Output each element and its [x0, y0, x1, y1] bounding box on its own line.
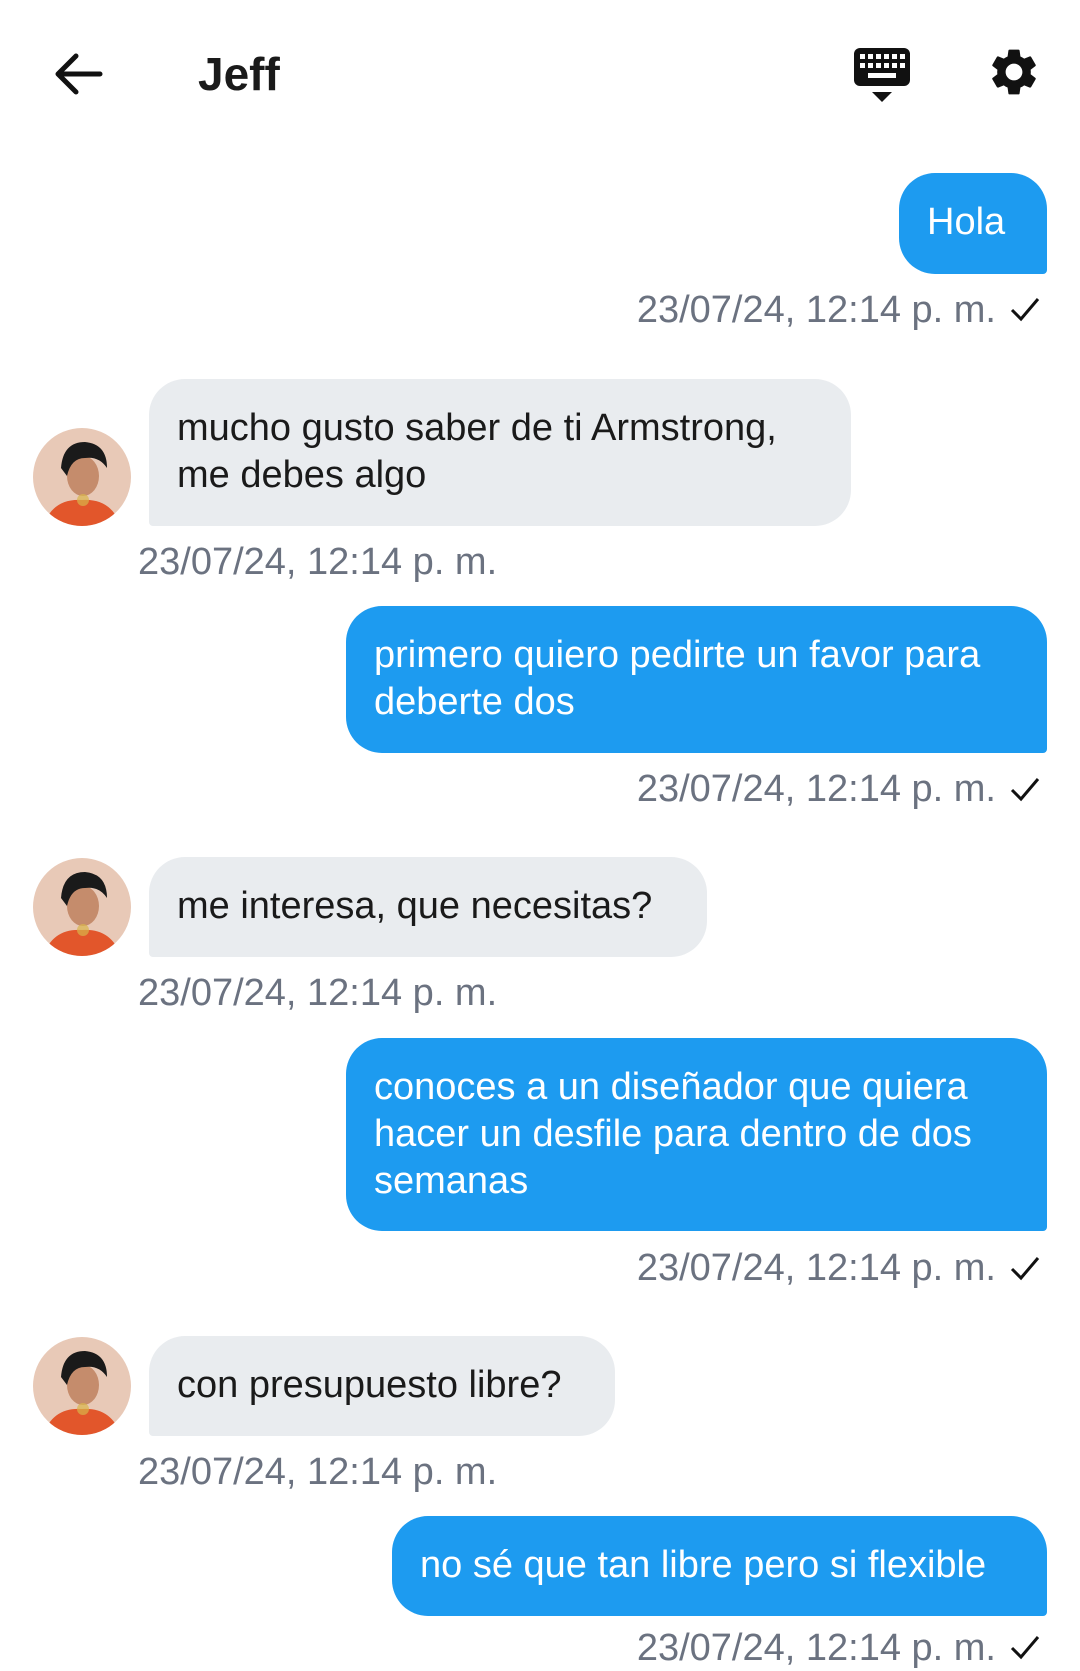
- check-icon: [1010, 1257, 1040, 1281]
- arrow-left-icon: [55, 53, 103, 95]
- check-icon: [1010, 778, 1040, 802]
- message-bubble-sent[interactable]: conoces a un diseñador que quiera hacer …: [346, 1038, 1047, 1231]
- keyboard-button[interactable]: [852, 46, 912, 106]
- message-text: Hola: [927, 201, 1006, 243]
- message-timestamp: 23/07/24, 12:14 p. m.: [636, 1247, 996, 1289]
- contact-avatar-image: [33, 428, 131, 526]
- message-timestamp: 23/07/24, 12:14 p. m.: [138, 972, 498, 1014]
- message-bubble-sent[interactable]: Hola: [899, 173, 1047, 274]
- message-text: conoces a un diseñador que quiera hacer …: [374, 1066, 972, 1202]
- message-timestamp: 23/07/24, 12:14 p. m.: [636, 1627, 996, 1669]
- message-text: mucho gusto saber de ti Armstrong, me de…: [177, 407, 777, 496]
- settings-button[interactable]: [986, 44, 1042, 100]
- message-timestamp: 23/07/24, 12:14 p. m.: [636, 289, 996, 331]
- message-bubble-sent[interactable]: no sé que tan libre pero si flexible: [392, 1516, 1047, 1616]
- avatar[interactable]: [33, 858, 131, 956]
- contact-avatar-image: [33, 858, 131, 956]
- message-bubble-received[interactable]: con presupuesto libre?: [149, 1336, 615, 1436]
- avatar[interactable]: [33, 1337, 131, 1435]
- chat-title: Jeff: [198, 48, 280, 100]
- message-timestamp: 23/07/24, 12:14 p. m.: [138, 541, 498, 583]
- back-button[interactable]: [50, 46, 106, 102]
- check-icon: [1010, 298, 1040, 322]
- message-text: me interesa, que necesitas?: [177, 885, 653, 927]
- message-bubble-received[interactable]: me interesa, que necesitas?: [149, 857, 707, 957]
- gear-icon: [992, 49, 1036, 95]
- avatar[interactable]: [33, 428, 131, 526]
- chat-header: Jeff: [0, 0, 1080, 150]
- contact-avatar-image: [33, 1337, 131, 1435]
- message-bubble-received[interactable]: mucho gusto saber de ti Armstrong, me de…: [149, 379, 851, 526]
- keyboard-hide-icon: [854, 48, 910, 102]
- message-timestamp: 23/07/24, 12:14 p. m.: [636, 768, 996, 810]
- check-icon: [1010, 1636, 1040, 1660]
- message-bubble-sent[interactable]: primero quiero pedirte un favor para deb…: [346, 606, 1047, 753]
- message-text: no sé que tan libre pero si flexible: [420, 1544, 987, 1586]
- message-text: con presupuesto libre?: [177, 1364, 562, 1406]
- message-timestamp: 23/07/24, 12:14 p. m.: [138, 1451, 498, 1493]
- message-text: primero quiero pedirte un favor para deb…: [374, 634, 981, 723]
